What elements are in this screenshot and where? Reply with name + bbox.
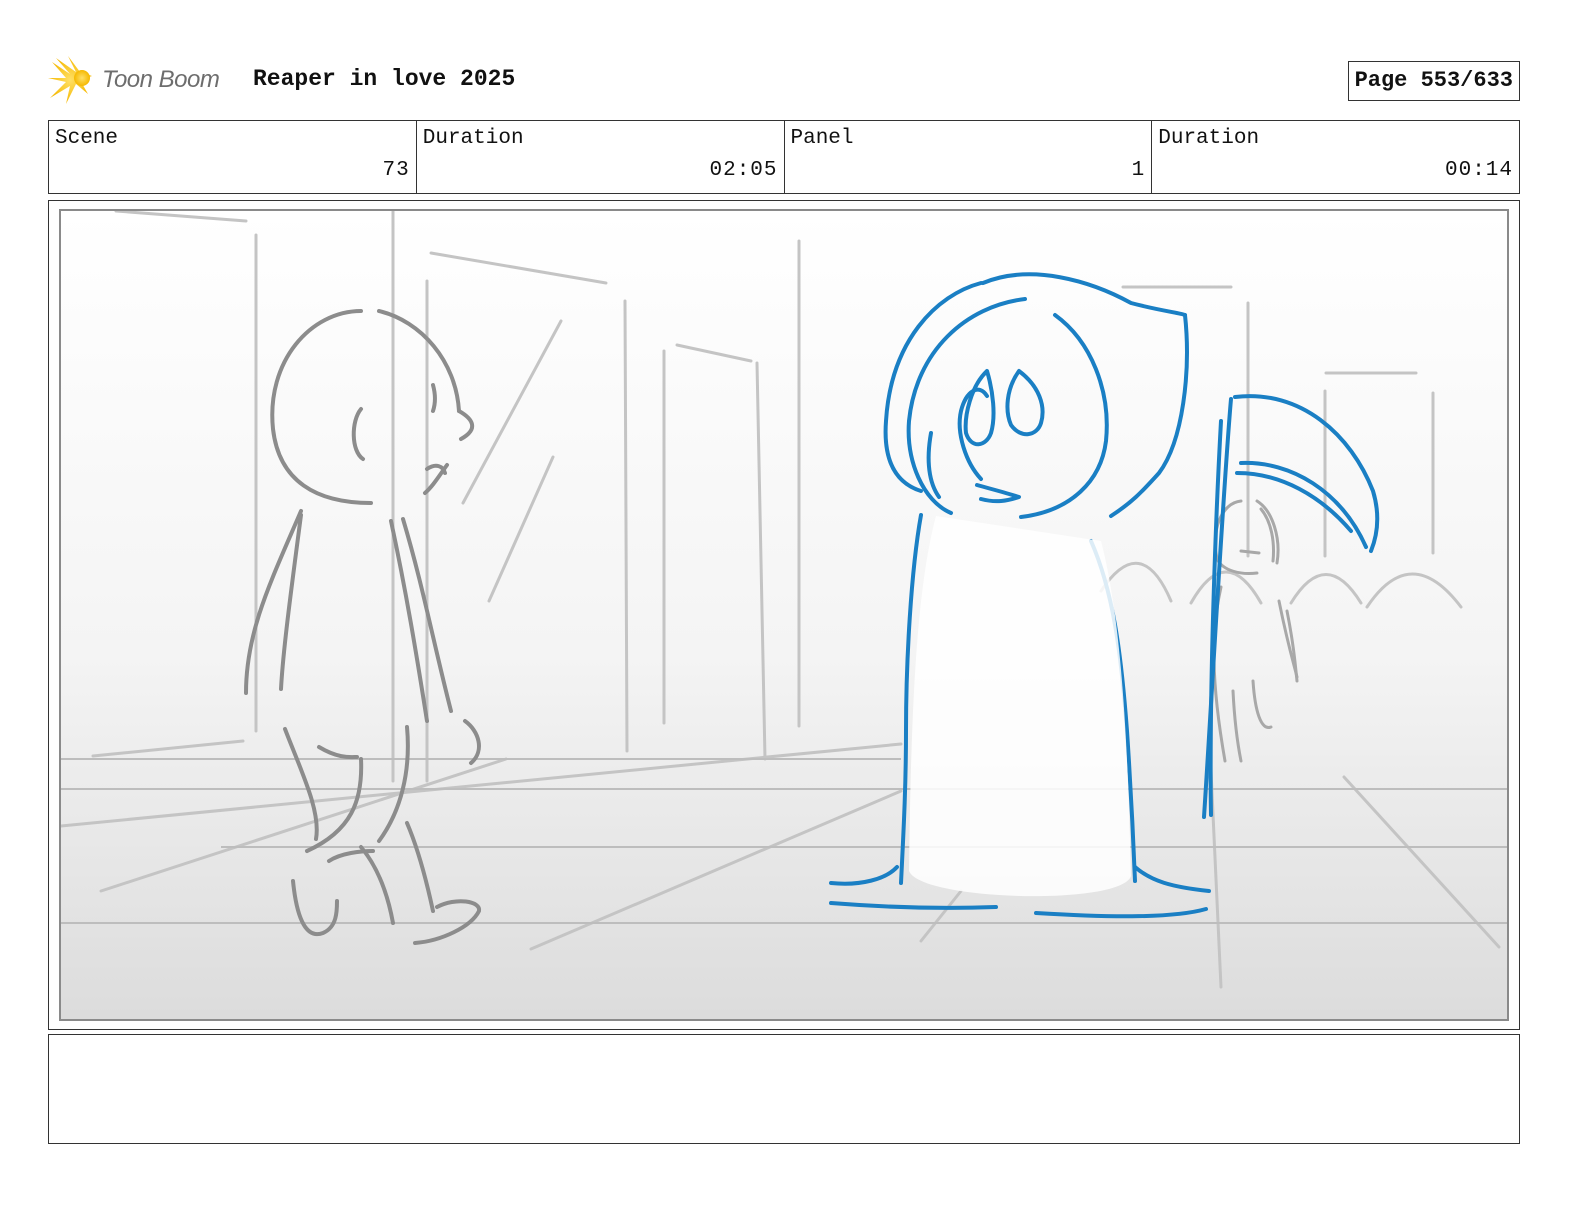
starburst-icon [48, 56, 92, 104]
page-counter: Page 553/633 [1347, 61, 1520, 101]
panel-value: 1 [1131, 159, 1146, 182]
project-title: Reaper in love 2025 [253, 66, 516, 92]
panel-sketch [61, 211, 1507, 1019]
scene-cell: Scene 73 [49, 121, 417, 193]
storyboard-panel-frame [48, 200, 1520, 1030]
storyboard-panel-image [59, 209, 1509, 1021]
storyboard-header: Toon Boom Reaper in love 2025 Page 553/6… [48, 52, 1520, 108]
scene-duration-cell: Duration 02:05 [417, 121, 785, 193]
reaper-robe-fill [909, 516, 1131, 897]
scene-label: Scene [55, 127, 119, 150]
logo-text: Toon Boom [102, 66, 220, 93]
panel-cell: Panel 1 [785, 121, 1153, 193]
scene-duration-value: 02:05 [709, 159, 778, 182]
scene-info-table: Scene 73 Duration 02:05 Panel 1 Duration… [48, 120, 1520, 194]
panel-duration-cell: Duration 00:14 [1152, 121, 1519, 193]
scene-value: 73 [382, 159, 410, 182]
panel-notes-box [48, 1034, 1520, 1144]
toon-boom-logo: Toon Boom [48, 54, 238, 108]
panel-duration-label: Duration [1158, 127, 1260, 150]
panel-label: Panel [790, 127, 854, 150]
panel-duration-value: 00:14 [1444, 159, 1513, 182]
scene-duration-label: Duration [422, 127, 524, 150]
